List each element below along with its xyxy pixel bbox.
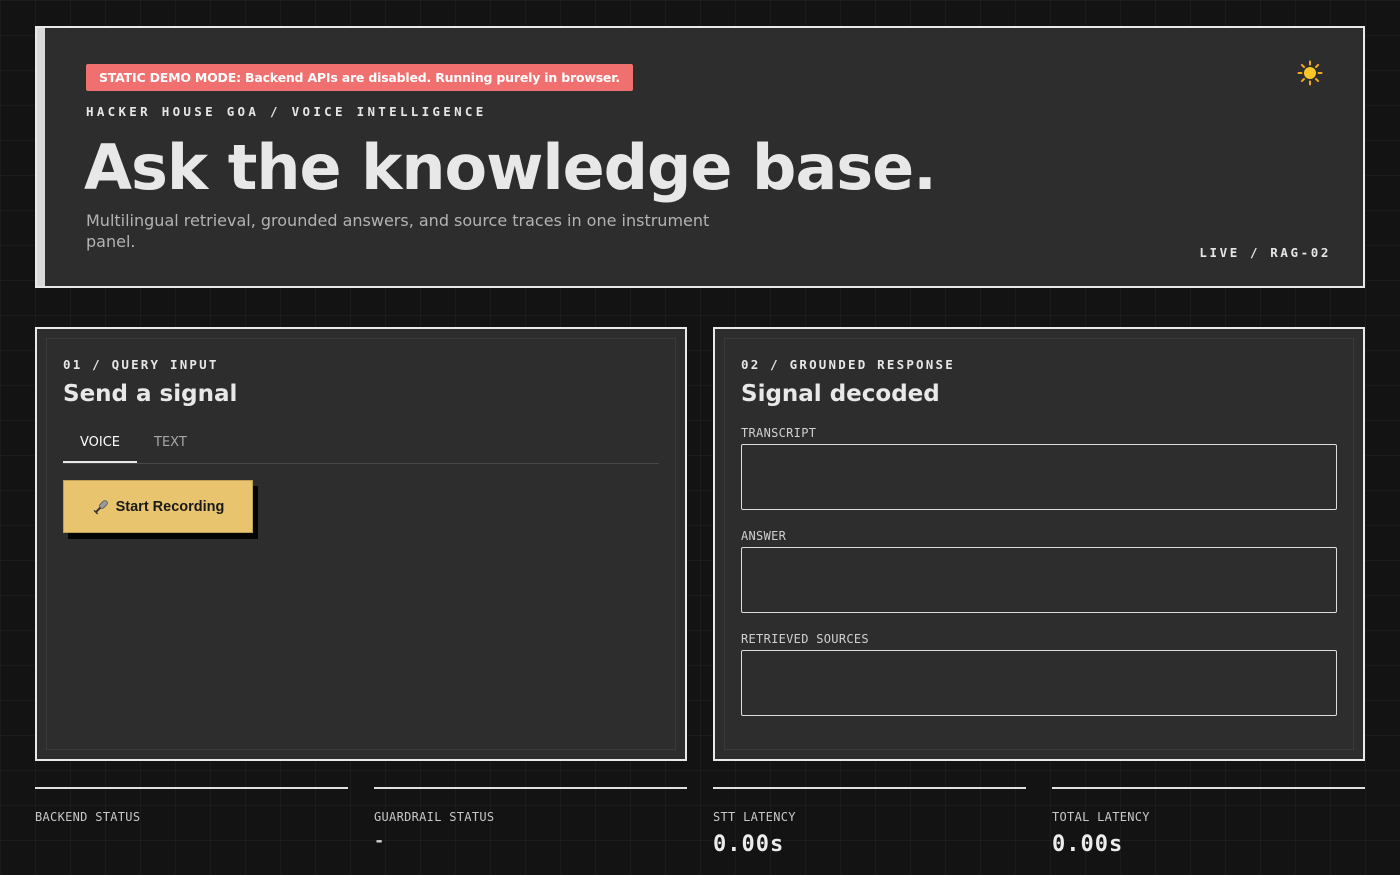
sun-icon[interactable] [1297,60,1323,86]
stat-label: BACKEND STATUS [35,810,141,824]
microphone-icon [92,498,110,516]
stat-stt-latency: STT LATENCY 0.00s [713,787,1026,867]
stat-value: - [374,831,386,851]
transcript-label: TRANSCRIPT [741,426,817,440]
static-demo-banner: STATIC DEMO MODE: Backend APIs are disab… [86,64,633,91]
query-panel-eyebrow: 01 / QUERY INPUT [63,357,219,372]
start-recording-button[interactable]: Start Recording [63,480,253,533]
stat-backend-status: BACKEND STATUS [35,787,348,867]
tab-voice[interactable]: VOICE [63,426,138,463]
stat-value: 0.00s [713,832,785,857]
answer-box [741,547,1337,613]
stat-label: GUARDRAIL STATUS [374,810,495,824]
stat-total-latency: TOTAL LATENCY 0.00s [1052,787,1365,867]
stat-guardrail-status: GUARDRAIL STATUS - [374,787,687,867]
stat-value: 0.00s [1052,832,1124,857]
hero-eyebrow: HACKER HOUSE GOA / VOICE INTELLIGENCE [86,104,487,119]
retrieved-sources-label: RETRIEVED SOURCES [741,632,869,646]
page-title: Ask the knowledge base. [84,131,937,204]
answer-label: ANSWER [741,529,787,543]
query-panel-title: Send a signal [63,381,238,407]
stat-label: TOTAL LATENCY [1052,810,1150,824]
hero-panel: STATIC DEMO MODE: Backend APIs are disab… [35,26,1365,288]
transcript-box [741,444,1337,510]
start-recording-label: Start Recording [115,498,225,515]
response-panel-eyebrow: 02 / GROUNDED RESPONSE [741,357,955,372]
response-panel-title: Signal decoded [741,381,940,407]
live-status-tag: LIVE / RAG-02 [1199,245,1331,260]
retrieved-sources-box [741,650,1337,716]
tab-text[interactable]: TEXT [137,426,204,464]
record-button-wrap: Start Recording [63,480,258,539]
hero-subtitle: Multilingual retrieval, grounded answers… [86,211,710,251]
input-mode-tabs: VOICE TEXT [63,426,659,464]
query-input-panel: 01 / QUERY INPUT Send a signal VOICE TEX… [35,327,687,761]
stat-label: STT LATENCY [713,810,796,824]
grounded-response-panel: 02 / GROUNDED RESPONSE Signal decoded TR… [713,327,1365,761]
